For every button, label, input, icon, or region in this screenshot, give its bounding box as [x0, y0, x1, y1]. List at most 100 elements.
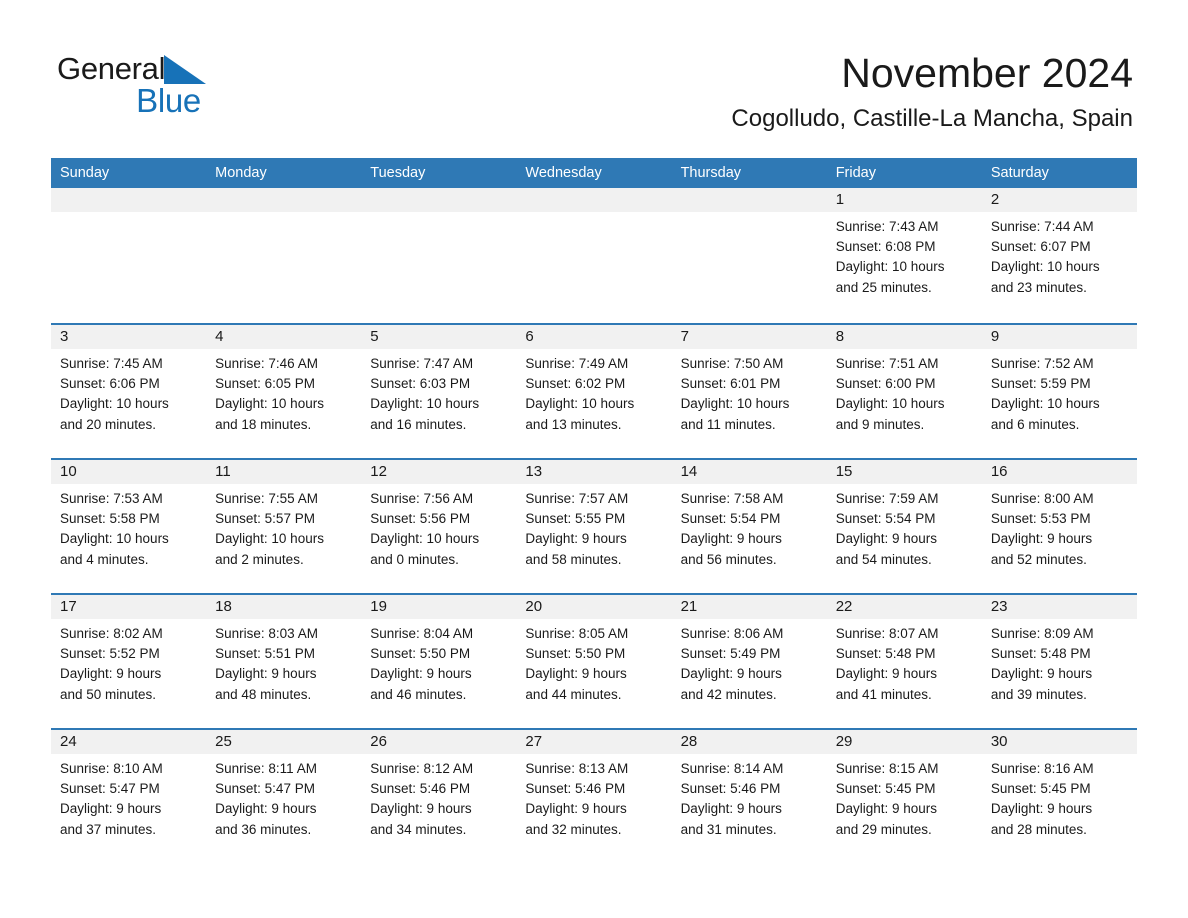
sunrise-text: Sunrise: 8:12 AM — [370, 761, 474, 776]
sunrise-text: Sunrise: 8:02 AM — [60, 626, 163, 641]
sunset-text: Sunset: 6:00 PM — [835, 376, 936, 392]
calendar-day-cell[interactable]: 16 Sunrise: 8:00 AM Sunset: 5:53 PM Dayligh… — [981, 460, 1137, 593]
sunset-text: Sunset: 5:47 PM — [215, 781, 315, 797]
day-number: 6 — [525, 328, 534, 345]
calendar-day-cell[interactable]: 26 Sunrise: 8:12 AM Sunset: 5:46 PM Dayligh… — [361, 730, 517, 863]
daylight-text-line2: and 58 minutes. — [525, 551, 622, 567]
day-number-band: 12 — [361, 460, 517, 484]
day-number: 11 — [215, 463, 231, 480]
day-details — [672, 212, 827, 217]
day-number: 20 — [525, 598, 543, 615]
sunrise-text: Sunrise: 7:56 AM — [370, 491, 474, 506]
logo-text-blue: Blue — [136, 82, 201, 119]
calendar-day-cell[interactable]: 6 Sunrise: 7:49 AM Sunset: 6:02 PM Daylight… — [516, 325, 672, 458]
generalblue-logo[interactable]: General Blue — [57, 52, 237, 118]
location-subtitle: Cogolludo, Castille-La Mancha, Spain — [731, 105, 1133, 132]
sunset-text: Sunset: 5:48 PM — [990, 646, 1091, 662]
sunset-text: Sunset: 5:47 PM — [60, 781, 160, 797]
sunrise-text: Sunrise: 7:58 AM — [680, 491, 784, 506]
sunrise-text: Sunrise: 8:13 AM — [525, 761, 629, 776]
calendar-day-cell[interactable]: 22 Sunrise: 8:07 AM Sunset: 5:48 PM Dayligh… — [826, 595, 982, 728]
calendar-day-cell[interactable]: 11 Sunrise: 7:55 AM Sunset: 5:57 PM Dayligh… — [206, 460, 362, 593]
calendar-day-cell[interactable]: 2 Sunrise: 7:44 AM Sunset: 6:07 PM Daylight… — [981, 188, 1137, 323]
day-number-band: 22 — [826, 595, 982, 619]
calendar-day-cell[interactable]: 14 Sunrise: 7:58 AM Sunset: 5:54 PM Dayligh… — [671, 460, 827, 593]
calendar-day-cell[interactable]: 5 Sunrise: 7:47 AM Sunset: 6:03 PM Daylight… — [361, 325, 517, 458]
day-number: 27 — [525, 733, 543, 750]
day-number: 25 — [215, 733, 232, 750]
calendar-week-row: 1 Sunrise: 7:43 AM Sunset: 6:08 PM Daylight… — [51, 188, 1137, 323]
calendar-day-cell[interactable]: 10 Sunrise: 7:53 AM Sunset: 5:58 PM Dayligh… — [51, 460, 207, 593]
day-number: 8 — [835, 328, 845, 345]
calendar-day-cell[interactable]: 20 Sunrise: 8:05 AM Sunset: 5:50 PM Dayligh… — [516, 595, 672, 728]
sunrise-text: Sunrise: 7:52 AM — [990, 356, 1094, 371]
day-number-band: 15 — [826, 460, 982, 484]
day-number-band — [671, 188, 827, 212]
calendar-day-cell[interactable]: 18 Sunrise: 8:03 AM Sunset: 5:51 PM Dayligh… — [206, 595, 362, 728]
daylight-text-line1: Daylight: 10 hours — [990, 259, 1100, 275]
calendar-day-cell[interactable]: 24 Sunrise: 8:10 AM Sunset: 5:47 PM Dayligh… — [51, 730, 207, 863]
weekday-tuesday: Tuesday — [370, 165, 426, 181]
sunrise-text: Sunrise: 8:07 AM — [835, 626, 939, 641]
calendar-day-cell[interactable]: 7 Sunrise: 7:50 AM Sunset: 6:01 PM Daylight… — [671, 325, 827, 458]
calendar-day-cell[interactable]: 8 Sunrise: 7:51 AM Sunset: 6:00 PM Daylight… — [826, 325, 982, 458]
calendar-day-cell[interactable]: 29 Sunrise: 8:15 AM Sunset: 5:45 PM Dayligh… — [826, 730, 982, 863]
day-number: 10 — [60, 463, 77, 480]
daylight-text-line1: Daylight: 9 hours — [835, 666, 938, 682]
day-details: Sunrise: 8:05 AM Sunset: 5:50 PM Daylight:… — [516, 619, 671, 705]
calendar-day-empty — [361, 188, 517, 323]
day-number: 23 — [990, 598, 1008, 615]
calendar-day-cell[interactable]: 3 Sunrise: 7:45 AM Sunset: 6:06 PM Daylight… — [51, 325, 207, 458]
calendar-day-cell[interactable]: 28 Sunrise: 8:14 AM Sunset: 5:46 PM Dayligh… — [671, 730, 827, 863]
calendar-day-cell[interactable]: 23 Sunrise: 8:09 AM Sunset: 5:48 PM Dayligh… — [981, 595, 1137, 728]
daylight-text-line2: and 0 minutes. — [370, 551, 459, 567]
daylight-text-line1: Daylight: 9 hours — [680, 666, 782, 682]
day-number-band: 26 — [361, 730, 517, 754]
day-number: 18 — [215, 598, 232, 615]
calendar-day-cell[interactable]: 17 Sunrise: 8:02 AM Sunset: 5:52 PM Dayligh… — [51, 595, 207, 728]
calendar-day-cell[interactable]: 21 Sunrise: 8:06 AM Sunset: 5:49 PM Dayligh… — [671, 595, 827, 728]
weekday-sunday: Sunday — [60, 165, 110, 181]
calendar-day-cell[interactable]: 1 Sunrise: 7:43 AM Sunset: 6:08 PM Daylight… — [826, 188, 982, 323]
logo-top-row: General — [57, 52, 237, 86]
day-details: Sunrise: 8:06 AM Sunset: 5:49 PM Daylight:… — [672, 619, 827, 705]
calendar-day-cell[interactable]: 9 Sunrise: 7:52 AM Sunset: 5:59 PM Daylight… — [981, 325, 1137, 458]
sunrise-text: Sunrise: 7:47 AM — [370, 356, 474, 371]
daylight-text-line1: Daylight: 9 hours — [525, 801, 627, 817]
sunset-text: Sunset: 6:07 PM — [990, 239, 1091, 255]
day-number: 9 — [990, 328, 1000, 345]
calendar-day-cell[interactable]: 27 Sunrise: 8:13 AM Sunset: 5:46 PM Dayligh… — [516, 730, 672, 863]
logo-triangle-icon — [164, 55, 207, 84]
sunrise-text: Sunrise: 7:43 AM — [835, 219, 939, 234]
title-block: November 2024 Cogolludo, Castille-La Man… — [731, 48, 1133, 136]
sunrise-text: Sunrise: 7:45 AM — [60, 356, 163, 371]
daylight-text-line1: Daylight: 10 hours — [990, 396, 1100, 412]
calendar-week-row: 24 Sunrise: 8:10 AM Sunset: 5:47 PM Dayligh… — [51, 728, 1137, 863]
daylight-text-line1: Daylight: 10 hours — [525, 396, 635, 412]
calendar-day-cell[interactable]: 30 Sunrise: 8:16 AM Sunset: 5:45 PM Dayligh… — [981, 730, 1137, 863]
calendar-grid: Sunday Monday Tuesday Wednesday Thursday… — [51, 158, 1137, 863]
day-number: 3 — [60, 328, 69, 345]
calendar-day-cell[interactable]: 15 Sunrise: 7:59 AM Sunset: 5:54 PM Dayligh… — [826, 460, 982, 593]
daylight-text-line1: Daylight: 9 hours — [680, 801, 782, 817]
calendar-day-cell[interactable]: 12 Sunrise: 7:56 AM Sunset: 5:56 PM Dayligh… — [361, 460, 517, 593]
day-details: Sunrise: 7:44 AM Sunset: 6:07 PM Daylight:… — [982, 212, 1137, 298]
calendar-day-cell[interactable]: 19 Sunrise: 8:04 AM Sunset: 5:50 PM Dayligh… — [361, 595, 517, 728]
daylight-text-line2: and 23 minutes. — [990, 279, 1087, 295]
calendar-day-cell[interactable]: 25 Sunrise: 8:11 AM Sunset: 5:47 PM Dayligh… — [206, 730, 362, 863]
day-details: Sunrise: 7:58 AM Sunset: 5:54 PM Daylight:… — [672, 484, 827, 570]
day-number: 13 — [525, 463, 543, 480]
day-number-band: 29 — [826, 730, 982, 754]
day-details: Sunrise: 7:49 AM Sunset: 6:02 PM Daylight:… — [516, 349, 671, 435]
calendar-day-cell[interactable]: 13 Sunrise: 7:57 AM Sunset: 5:55 PM Dayligh… — [516, 460, 672, 593]
day-number-band: 4 — [206, 325, 362, 349]
daylight-text-line2: and 36 minutes. — [215, 821, 312, 837]
sunset-text: Sunset: 6:08 PM — [835, 239, 936, 255]
day-number: 15 — [835, 463, 853, 480]
sunset-text: Sunset: 6:05 PM — [215, 376, 315, 392]
sunrise-text: Sunrise: 7:50 AM — [680, 356, 784, 371]
sunset-text: Sunset: 5:52 PM — [60, 646, 160, 662]
calendar-day-cell[interactable]: 4 Sunrise: 7:46 AM Sunset: 6:05 PM Daylight… — [206, 325, 362, 458]
daylight-text-line1: Daylight: 9 hours — [835, 801, 938, 817]
sunset-text: Sunset: 5:45 PM — [990, 781, 1091, 797]
